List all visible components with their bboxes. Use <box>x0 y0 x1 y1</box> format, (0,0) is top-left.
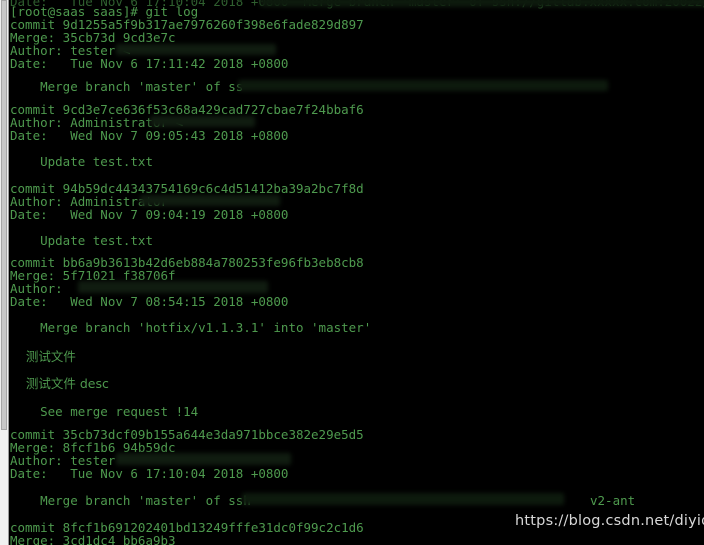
csdn-watermark: https://blog.csdn.net/diyiday <box>515 513 704 529</box>
commit-message-line-1: Merge branch 'master' of ss <box>10 79 244 94</box>
commit-message-line-2: Update test.txt <box>10 154 153 169</box>
date-line-2: Date: Wed Nov 7 09:05:43 2018 +0800 <box>10 128 289 143</box>
date-line-3: Date: Wed Nov 7 09:04:19 2018 +0800 <box>10 207 289 222</box>
date-line-4: Date: Wed Nov 7 08:54:15 2018 +0800 <box>10 294 289 309</box>
terminal-output[interactable]: Date: Tue Nov 6 17:10:04 2018 +0800 Merg… <box>10 0 704 545</box>
commit-message-line-3: Update test.txt <box>10 233 153 248</box>
redaction-author-email-1 <box>116 44 276 55</box>
redaction-author-email-2 <box>150 116 255 127</box>
redaction-author-email-5 <box>116 453 291 465</box>
redaction-block-top <box>260 0 704 7</box>
date-line-5: Date: Tue Nov 6 17:10:04 2018 +0800 <box>10 466 289 481</box>
commit-message-line-4b: 测试文件 <box>10 349 76 364</box>
merge-parents-line-6: Merge: 3cd1dc4 bb6a9b3 <box>10 533 176 545</box>
commit-message-line-4: Merge branch 'hotfix/v1.1.3.1' into 'mas… <box>10 320 372 335</box>
redaction-author-email-3 <box>140 195 280 206</box>
redaction-remote-url-1 <box>238 80 608 91</box>
commit-message-line-5: Merge branch 'master' of ssh <box>10 493 251 508</box>
commit-message-line-4c: 测试文件 desc <box>10 376 109 391</box>
redaction-remote-url-5 <box>242 493 564 505</box>
vertical-scrollbar[interactable] <box>0 0 9 545</box>
date-line-1: Date: Tue Nov 6 17:11:42 2018 +0800 <box>10 56 289 71</box>
scrollbar-thumb[interactable] <box>1 0 7 430</box>
commit-message-line-5-tail: v2-ant <box>590 493 636 508</box>
merge-request-line: See merge request !14 <box>10 404 199 419</box>
terminal-window: Date: Tue Nov 6 17:10:04 2018 +0800 Merg… <box>0 0 704 545</box>
redaction-author-email-4 <box>78 281 268 293</box>
